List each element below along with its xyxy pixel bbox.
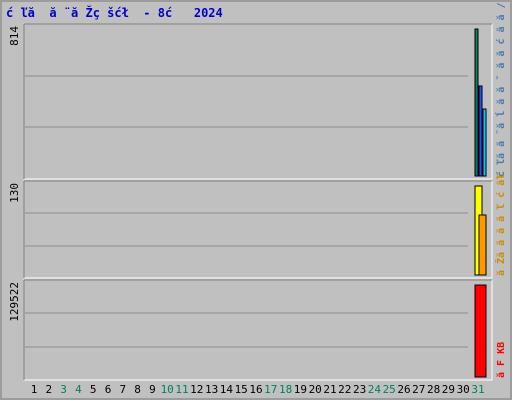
bar-3-1 [474,284,487,378]
y-max-label: 129522 [8,282,21,322]
x-tick-label: 5 [90,383,97,396]
x-tick-label: 31 [471,383,484,396]
x-tick-label: 29 [442,383,455,396]
x-tick-label: 21 [323,383,336,396]
x-tick-label: 19 [294,383,307,396]
x-tick-label: 23 [353,383,366,396]
bar-1-3 [482,108,487,177]
x-tick-label: 18 [279,383,292,396]
x-tick-label: 7 [119,383,126,396]
x-tick-label: 4 [75,383,82,396]
x-tick-label: 25 [383,383,396,396]
x-tick-label: 15 [235,383,248,396]
panel-3 [23,279,493,381]
side-label: ć ľă ă ¨ă ĺ ă ă ˇ ă ă ć ä ă / ă ¨ă ă ă [494,0,507,177]
chart-canvas: 814 ć ľă ă ¨ă ĺ ă ă ˇ ă ă ć ä ă / ă ¨ă ă … [8,0,507,396]
bar-1-2 [478,85,483,177]
x-tick-label: 6 [105,383,112,396]
x-tick-label: 14 [220,383,234,396]
x-tick-label: 24 [368,383,382,396]
x-tick-label: 28 [427,383,440,396]
x-tick-label: 3 [60,383,67,396]
x-tick-label: 8 [134,383,141,396]
x-tick-label: 22 [338,383,351,396]
x-tick-label: 1 [31,383,38,396]
x-tick-label: 20 [309,383,322,396]
side-label: ă F KB [495,342,507,378]
side-label: ă Žă ă ă ă ľ ć äľ [494,174,507,276]
panel-1 [23,23,493,180]
x-tick-label: 30 [457,383,470,396]
bar-1-1 [474,28,479,177]
x-tick-label: 16 [249,383,262,396]
y-max-label: 814 [8,26,21,46]
x-tick-label: 26 [397,383,410,396]
x-tick-label: 11 [175,383,188,396]
x-tick-label: 13 [205,383,218,396]
x-tick-label: 9 [149,383,156,396]
panel-2 [23,180,493,279]
x-tick-label: 2 [45,383,52,396]
x-tick-label: 27 [412,383,425,396]
x-tick-label: 17 [264,383,277,396]
y-max-label: 130 [8,183,21,203]
x-tick-label: 10 [161,383,174,396]
x-tick-label: 12 [190,383,203,396]
bar-2-2 [478,214,487,276]
